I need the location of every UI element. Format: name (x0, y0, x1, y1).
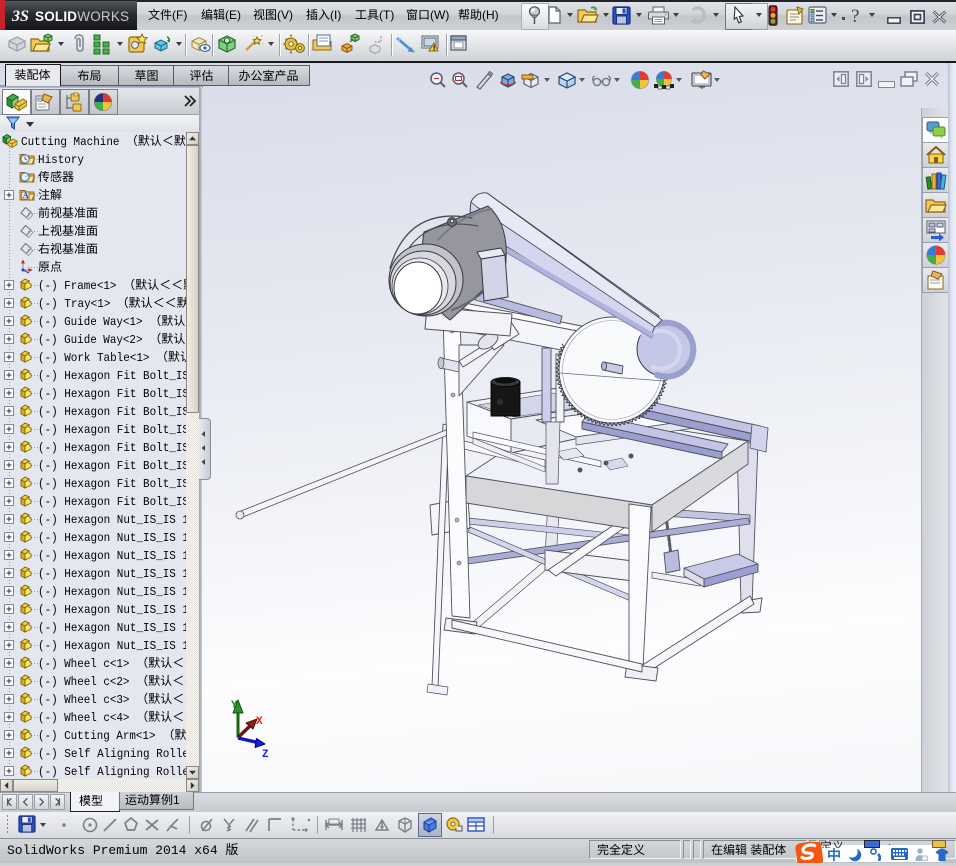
svg-text:(-) Hexagon Nut_IS_IS 1: (-) Hexagon Nut_IS_IS 1 (38, 513, 186, 527)
svg-text:(-) Self Aligning Rolle: (-) Self Aligning Rolle (38, 765, 186, 779)
svg-text:(-) Hexagon Nut_IS_IS 1: (-) Hexagon Nut_IS_IS 1 (38, 621, 186, 635)
svg-text:(-) Hexagon Fit Bolt_IS: (-) Hexagon Fit Bolt_IS (38, 477, 186, 491)
svg-text:(I): (I) (330, 8, 341, 22)
svg-text:(-) Guide Way<1>: (-) Guide Way<1> (38, 315, 149, 329)
svg-text:(-) Hexagon Nut_IS_IS 1: (-) Hexagon Nut_IS_IS 1 (38, 567, 186, 581)
svg-text:(-) Hexagon Nut_IS_IS 1: (-) Hexagon Nut_IS_IS 1 (38, 549, 186, 563)
svg-text:Z: Z (262, 749, 269, 761)
svg-text:(-) Self Aligning Rolle: (-) Self Aligning Rolle (38, 747, 186, 761)
svg-text:SolidWorks Premium 2014 x64: SolidWorks Premium 2014 x64 (7, 843, 225, 857)
svg-text:(-) Hexagon Nut_IS_IS 1: (-) Hexagon Nut_IS_IS 1 (38, 603, 186, 617)
svg-text:(E): (E) (225, 8, 241, 22)
svg-text:Cutting Machine: Cutting Machine (21, 135, 126, 149)
svg-text:(W): (W) (430, 8, 449, 22)
svg-text:SOLIDWORKS: SOLIDWORKS (35, 9, 129, 24)
svg-text:(-) Hexagon Fit Bolt_IS: (-) Hexagon Fit Bolt_IS (38, 495, 186, 509)
svg-text:(V): (V) (277, 8, 293, 22)
svg-text:(F): (F) (172, 8, 187, 22)
svg-text:History: History (38, 153, 84, 167)
svg-text:(-) Hexagon Nut_IS_IS 1: (-) Hexagon Nut_IS_IS 1 (38, 639, 186, 653)
svg-text:(-) Wheel c<1>: (-) Wheel c<1> (38, 657, 136, 671)
svg-text:(-) Hexagon Fit Bolt_IS: (-) Hexagon Fit Bolt_IS (38, 369, 186, 383)
svg-text:(-) Frame<1>: (-) Frame<1> (38, 279, 123, 293)
svg-text:(-) Hexagon Nut_IS_IS 1: (-) Hexagon Nut_IS_IS 1 (38, 585, 186, 599)
svg-text:(-) Hexagon Fit Bolt_IS: (-) Hexagon Fit Bolt_IS (38, 405, 186, 419)
svg-text:(-) Hexagon Nut_IS_IS 1: (-) Hexagon Nut_IS_IS 1 (38, 531, 186, 545)
svg-text:(-) Work Table<1>: (-) Work Table<1> (38, 351, 156, 365)
svg-text:(-) Hexagon Fit Bolt_IS: (-) Hexagon Fit Bolt_IS (38, 459, 186, 473)
svg-text:(-) Hexagon Fit Bolt_IS: (-) Hexagon Fit Bolt_IS (38, 387, 186, 401)
svg-text:(H): (H) (482, 8, 499, 22)
svg-text:1: 1 (173, 793, 180, 807)
svg-text:(-) Cutting Arm<1>: (-) Cutting Arm<1> (38, 729, 162, 743)
svg-text:X: X (256, 716, 263, 728)
svg-text:3S: 3S (11, 8, 29, 25)
svg-text:?: ? (851, 6, 859, 26)
svg-text:(-) Wheel c<3>: (-) Wheel c<3> (38, 693, 136, 707)
svg-text:(T): (T) (379, 8, 394, 22)
svg-text:(-) Guide Way<2>: (-) Guide Way<2> (38, 333, 149, 347)
svg-text:(-) Hexagon Fit Bolt_IS: (-) Hexagon Fit Bolt_IS (38, 441, 186, 455)
svg-text:(-) Wheel c<4>: (-) Wheel c<4> (38, 711, 136, 725)
svg-text:(-) Tray<1>: (-) Tray<1> (38, 297, 117, 311)
svg-text:(-) Wheel c<2>: (-) Wheel c<2> (38, 675, 136, 689)
svg-text:Y: Y (231, 700, 238, 712)
svg-text:(-) Hexagon Fit Bolt_IS: (-) Hexagon Fit Bolt_IS (38, 423, 186, 437)
